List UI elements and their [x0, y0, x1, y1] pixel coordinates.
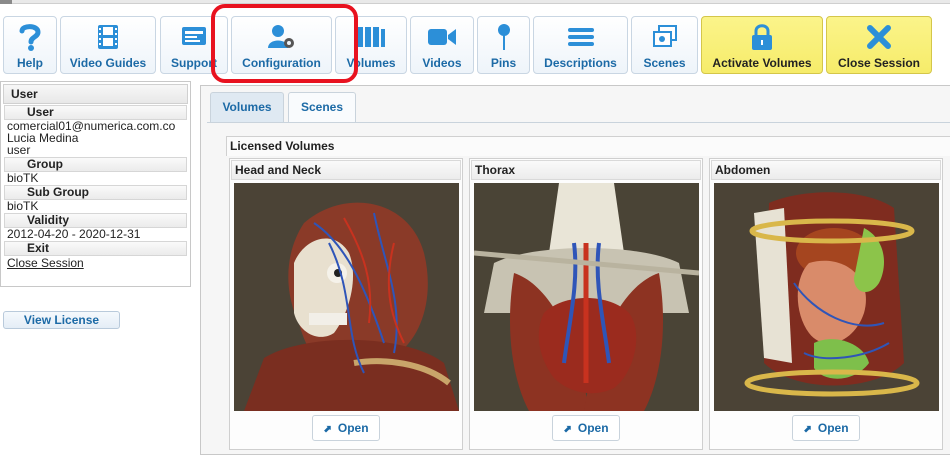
external-link-icon: ⬈	[323, 424, 332, 435]
video-camera-icon	[411, 23, 473, 51]
head-and-neck-image[interactable]	[234, 183, 459, 411]
open-label: Open	[577, 421, 609, 435]
user-section-header: User	[4, 105, 187, 120]
open-thorax-button[interactable]: ⬈ Open	[552, 415, 620, 441]
volume-card-head-and-neck: Head and Neck ⬈ Open	[229, 158, 463, 450]
activate-volumes-button[interactable]: Activate Volumes	[701, 16, 823, 74]
user-panel: User User comercial01@numerica.com.co Lu…	[0, 81, 191, 287]
volume-title: Abdomen	[711, 160, 941, 180]
activate-volumes-label: Activate Volumes	[712, 56, 812, 70]
view-license-button[interactable]: View License	[3, 311, 120, 329]
volume-title: Thorax	[471, 160, 701, 180]
open-label: Open	[817, 421, 849, 435]
external-link-icon: ⬈	[563, 424, 572, 435]
subgroup-section-header: Sub Group	[4, 185, 187, 200]
user-gear-icon	[232, 23, 331, 51]
validity-value: 2012-04-20 - 2020-12-31	[7, 228, 141, 240]
close-session-label: Close Session	[837, 56, 921, 70]
volumes-label: Volumes	[346, 56, 396, 70]
configuration-button[interactable]: Configuration	[231, 16, 332, 74]
browser-top-strip	[0, 0, 950, 4]
top-strip-marker	[0, 0, 12, 4]
main-panel: Volumes Scenes Licensed Volumes Head and…	[200, 85, 950, 455]
exit-section-header: Exit	[4, 241, 187, 256]
open-head-and-neck-button[interactable]: ⬈ Open	[312, 415, 380, 441]
subgroup-value: bioTK	[7, 200, 39, 212]
scenes-button[interactable]: Scenes	[631, 16, 698, 74]
close-icon	[827, 23, 931, 51]
pins-label: Pins	[490, 56, 517, 70]
licensed-volumes-header: Licensed Volumes	[226, 136, 950, 156]
books-icon	[336, 23, 406, 51]
group-section-header: Group	[4, 157, 187, 172]
validity-section-header: Validity	[4, 213, 187, 228]
support-label: Support	[171, 56, 217, 70]
scenes-icon	[632, 23, 697, 51]
scenes-label: Scenes	[643, 56, 686, 70]
videos-button[interactable]: Videos	[410, 16, 474, 74]
descriptions-label: Descriptions	[544, 56, 617, 70]
open-label: Open	[337, 421, 369, 435]
descriptions-button[interactable]: Descriptions	[533, 16, 628, 74]
configuration-label: Configuration	[242, 56, 321, 70]
list-icon	[534, 23, 627, 51]
group-value: bioTK	[7, 172, 39, 184]
support-button[interactable]: Support	[160, 16, 228, 74]
close-session-link[interactable]: Close Session	[1, 256, 190, 270]
user-panel-header: User	[3, 84, 188, 104]
user-name: Lucia Medina	[7, 132, 79, 144]
thorax-image[interactable]	[474, 183, 699, 411]
tab-underline	[207, 122, 950, 123]
tab-volumes[interactable]: Volumes	[210, 92, 284, 122]
user-email: comercial01@numerica.com.co	[7, 120, 176, 132]
pins-button[interactable]: Pins	[477, 16, 530, 74]
help-label: Help	[16, 56, 43, 70]
abdomen-image[interactable]	[714, 183, 939, 411]
lock-icon	[702, 23, 822, 51]
film-icon	[61, 23, 155, 51]
videos-label: Videos	[422, 56, 462, 70]
help-icon	[4, 23, 56, 51]
toolbar: Help Video Guides Support Configuration …	[0, 8, 950, 80]
external-link-icon: ⬈	[803, 424, 812, 435]
video-guides-button[interactable]: Video Guides	[60, 16, 156, 74]
user-role: user	[7, 144, 31, 156]
pin-icon	[478, 23, 529, 51]
volumes-button[interactable]: Volumes	[335, 16, 407, 74]
volume-title: Head and Neck	[231, 160, 461, 180]
video-guides-label: Video Guides	[69, 56, 147, 70]
tab-scenes[interactable]: Scenes	[288, 92, 356, 122]
support-icon	[161, 23, 227, 51]
close-session-button[interactable]: Close Session	[826, 16, 932, 74]
volume-card-abdomen: Abdomen ⬈ Open	[709, 158, 943, 450]
volume-card-thorax: Thorax ⬈ Open	[469, 158, 703, 450]
help-button[interactable]: Help	[3, 16, 57, 74]
open-abdomen-button[interactable]: ⬈ Open	[792, 415, 860, 441]
